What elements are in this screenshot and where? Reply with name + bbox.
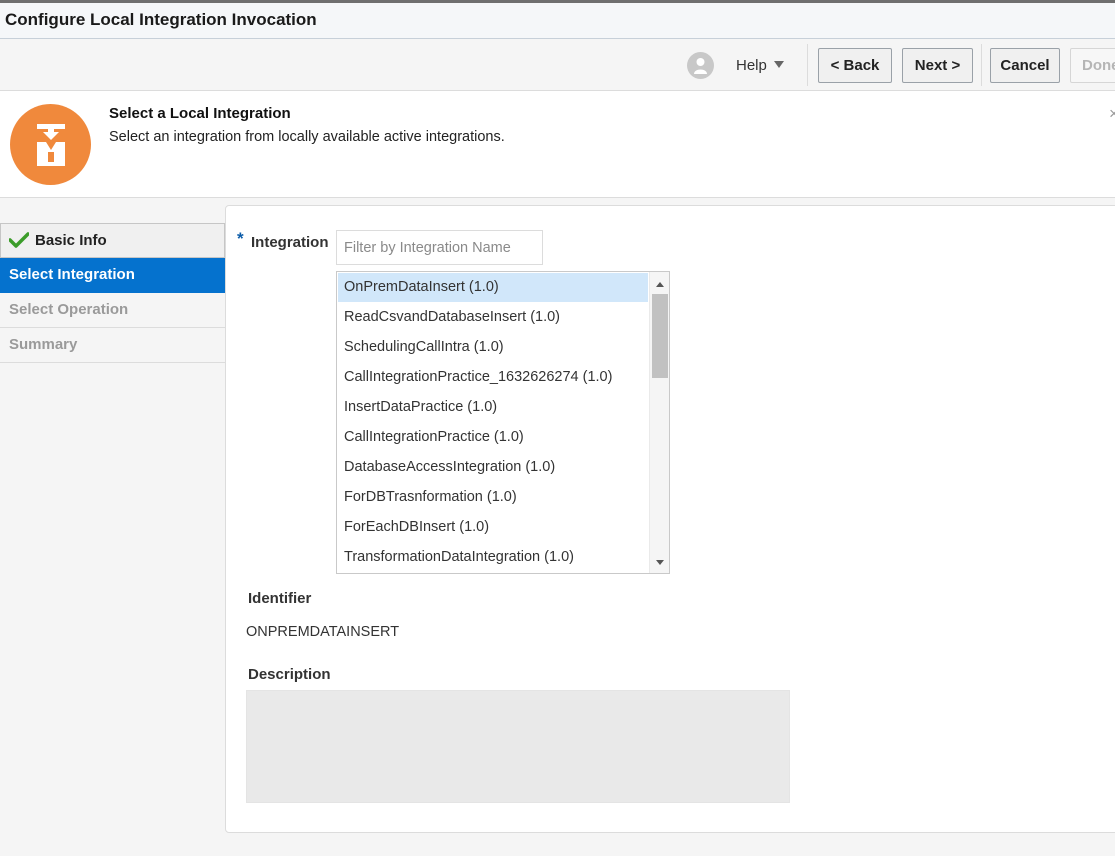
- next-button[interactable]: Next >: [902, 48, 973, 83]
- train-step-select-integration[interactable]: Select Integration: [0, 258, 225, 293]
- step-description: Select an integration from locally avail…: [109, 129, 505, 145]
- dialog-title: Configure Local Integration Invocation: [5, 10, 317, 29]
- integration-option[interactable]: InsertDataPractice (1.0): [338, 393, 648, 422]
- integration-option[interactable]: ForDBTrasnformation (1.0): [338, 483, 648, 512]
- toolbar-divider: [981, 44, 982, 86]
- done-button[interactable]: Done: [1070, 48, 1115, 83]
- integration-option[interactable]: DatabaseAccessIntegration (1.0): [338, 453, 648, 482]
- scrollbar-thumb[interactable]: [652, 294, 668, 378]
- listbox-scrollbar[interactable]: [649, 272, 669, 573]
- close-icon[interactable]: ×: [1109, 104, 1115, 124]
- description-label: Description: [248, 666, 331, 683]
- description-field: [246, 690, 790, 803]
- checkmark-icon: [8, 227, 30, 261]
- help-menu[interactable]: Help: [736, 57, 784, 74]
- scroll-up-icon[interactable]: [656, 282, 664, 287]
- identifier-label: Identifier: [248, 590, 312, 607]
- help-label: Help: [736, 57, 767, 74]
- back-button[interactable]: < Back: [818, 48, 892, 83]
- dialog-titlebar: Configure Local Integration Invocation: [0, 3, 1115, 39]
- integration-badge-icon: [10, 104, 91, 185]
- user-avatar-icon[interactable]: [687, 52, 714, 79]
- train-step-basic-info[interactable]: Basic Info: [0, 223, 225, 258]
- integration-filter-input[interactable]: [336, 230, 543, 265]
- integration-option[interactable]: ReadCsvandDatabaseInsert (1.0): [338, 303, 648, 332]
- integration-option[interactable]: CallIntegrationPractice (1.0): [338, 423, 648, 452]
- toolbar-divider: [807, 44, 808, 86]
- integration-option[interactable]: ForEachDBInsert (1.0): [338, 513, 648, 542]
- train-step-select-operation: Select Operation: [0, 293, 225, 328]
- train-step-label: Basic Info: [35, 232, 107, 249]
- identifier-value: ONPREMDATAINSERT: [246, 624, 400, 640]
- train-step-summary: Summary: [0, 328, 225, 363]
- chevron-down-icon: [773, 61, 784, 68]
- step-title: Select a Local Integration: [109, 105, 291, 122]
- required-marker: *: [237, 229, 244, 248]
- integration-option[interactable]: SchedulingCallIntra (1.0): [338, 333, 648, 362]
- integration-option[interactable]: TransformationDataIntegration (1.0): [338, 543, 648, 572]
- integration-label: Integration: [251, 234, 329, 251]
- cancel-button[interactable]: Cancel: [990, 48, 1060, 83]
- integration-option[interactable]: CallIntegrationPractice_1632626274 (1.0): [338, 363, 648, 392]
- step-header: Select a Local Integration Select an int…: [0, 91, 1115, 198]
- wizard-train: Basic Info Select Integration Select Ope…: [0, 223, 225, 363]
- dialog-toolbar: Help < Back Next > Cancel Done: [0, 40, 1115, 91]
- scroll-down-icon[interactable]: [656, 560, 664, 565]
- integration-listbox[interactable]: OnPremDataInsert (1.0) ReadCsvandDatabase…: [336, 271, 670, 574]
- integration-option[interactable]: OnPremDataInsert (1.0): [338, 273, 648, 302]
